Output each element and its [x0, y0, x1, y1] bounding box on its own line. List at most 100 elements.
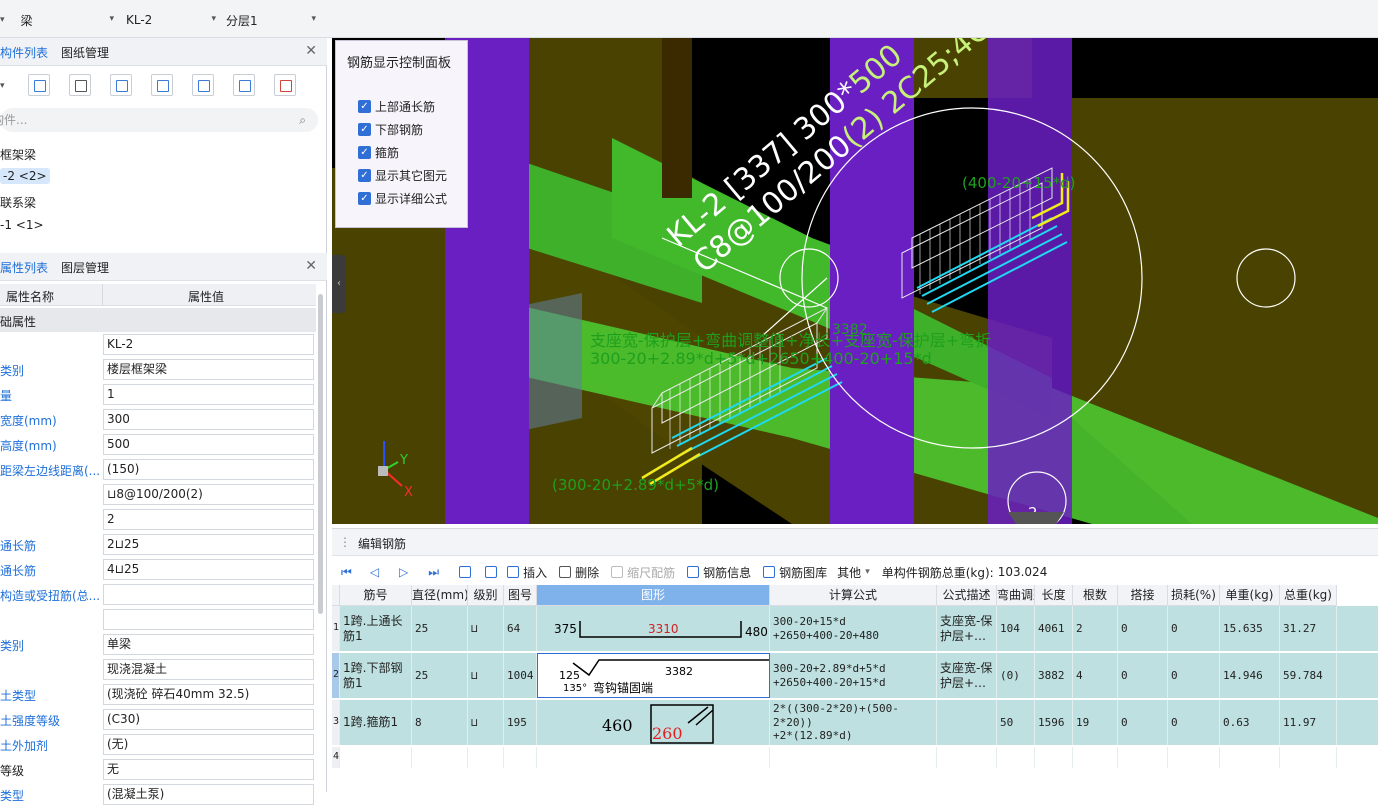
column-header-formula[interactable]: 计算公式: [770, 585, 937, 606]
cell-bar-no[interactable]: 1跨.下部钢筋1: [340, 653, 412, 698]
cell-unit-weight[interactable]: 15.635: [1220, 606, 1280, 651]
cell-total-weight[interactable]: [1280, 747, 1337, 768]
column-header-figure-no[interactable]: 图号: [504, 585, 537, 606]
cell-formula-desc[interactable]: [937, 700, 997, 745]
cell-count[interactable]: 4: [1073, 653, 1118, 698]
cell-total-weight[interactable]: 31.27: [1280, 606, 1337, 651]
property-value-field[interactable]: 无: [103, 759, 314, 780]
cell-diameter[interactable]: 25: [412, 653, 468, 698]
cell-length[interactable]: 3882: [1035, 653, 1073, 698]
cell-diameter[interactable]: 8: [412, 700, 468, 745]
layer-paste-icon[interactable]: [192, 74, 214, 96]
cell-figure-no[interactable]: [504, 747, 537, 768]
first-icon[interactable]: ⏮: [341, 565, 352, 580]
info-icon[interactable]: [687, 566, 700, 578]
cell-formula[interactable]: 300-20+15*d +2650+400-20+480: [770, 606, 937, 651]
column-header-grade[interactable]: 级别: [468, 585, 504, 606]
cell-loss[interactable]: 0: [1168, 653, 1220, 698]
property-scrollbar[interactable]: [318, 294, 323, 614]
cell-total-weight[interactable]: 11.97: [1280, 700, 1337, 745]
column-header-loss[interactable]: 损耗(%): [1168, 585, 1220, 606]
cell-bend-adjust[interactable]: [997, 747, 1035, 768]
cell-length[interactable]: 1596: [1035, 700, 1073, 745]
tab-component-list[interactable]: 构件列表: [0, 44, 48, 61]
display-option-checkbox[interactable]: ✓ 上部通长筋: [358, 98, 435, 115]
property-value-field[interactable]: [103, 584, 314, 605]
3d-viewport[interactable]: KL-2 [337] 300*500 C8@100/200(2) 2C25;4C…: [332, 38, 1378, 524]
cell-lap[interactable]: [1118, 747, 1168, 768]
property-group[interactable]: 础属性: [0, 308, 316, 332]
cell-unit-weight[interactable]: 14.946: [1220, 653, 1280, 698]
table-row[interactable]: 4: [332, 747, 1378, 769]
close-icon[interactable]: ✕: [305, 43, 317, 59]
scale-button[interactable]: 缩尺配筋: [627, 564, 675, 581]
cell-total-weight[interactable]: 59.784: [1280, 653, 1337, 698]
display-option-checkbox[interactable]: ✓ 显示其它图元: [358, 167, 447, 184]
column-header-formula-desc[interactable]: 公式描述: [937, 585, 997, 606]
copy-icon[interactable]: [28, 74, 50, 96]
component-combo[interactable]: KL-2 ▾: [124, 9, 220, 31]
table-row[interactable]: 2 1跨.下部钢筋1 25 ⊔ 1004 125 3382 135° 弯钩锚固端 300-20+2…: [332, 653, 1378, 699]
column-header-bend-adjust[interactable]: 弯曲调整: [997, 585, 1035, 606]
layer-copy-icon[interactable]: [151, 74, 173, 96]
cell-shape[interactable]: 460 260: [537, 700, 770, 745]
cell-bar-no[interactable]: 1跨.箍筋1: [340, 700, 412, 745]
library-icon[interactable]: [763, 566, 776, 578]
cell-grade[interactable]: ⊔: [468, 606, 504, 651]
search-input[interactable]: 构件... ⌕: [0, 108, 318, 132]
cell-grade[interactable]: [468, 747, 504, 768]
cell-bend-adjust[interactable]: 50: [997, 700, 1035, 745]
property-value-field[interactable]: KL-2: [103, 334, 314, 355]
column-header-shape[interactable]: 图形: [537, 585, 770, 606]
cell-grade[interactable]: ⊔: [468, 700, 504, 745]
tree-item-l1[interactable]: -1 <1>: [0, 218, 44, 232]
move-up-icon[interactable]: [459, 566, 472, 578]
property-value-field[interactable]: (混凝土泵): [103, 784, 314, 805]
cell-grade[interactable]: ⊔: [468, 653, 504, 698]
cell-bar-no[interactable]: 1跨.上通长筋1: [340, 606, 412, 651]
table-row[interactable]: 1 1跨.上通长筋1 25 ⊔ 64 375 3310 480 300-20+15*d +265…: [332, 606, 1378, 652]
property-value-field[interactable]: 楼层框架梁: [103, 359, 314, 380]
cell-diameter[interactable]: [412, 747, 468, 768]
duplicate-icon[interactable]: [110, 74, 132, 96]
property-value-field[interactable]: (无): [103, 734, 314, 755]
chevron-down-icon[interactable]: ▾: [0, 81, 12, 95]
column-header-unit-weight[interactable]: 单重(kg): [1220, 585, 1280, 606]
close-icon[interactable]: ✕: [305, 258, 317, 274]
trash-icon[interactable]: [559, 566, 572, 578]
property-value-field[interactable]: (C30): [103, 709, 314, 730]
tree-group-link-beam[interactable]: 联系梁: [0, 194, 36, 211]
cell-length[interactable]: [1035, 747, 1073, 768]
cell-figure-no[interactable]: 1004: [504, 653, 537, 698]
cell-formula[interactable]: [770, 747, 937, 768]
cell-figure-no[interactable]: 195: [504, 700, 537, 745]
property-value-field[interactable]: 单梁: [103, 634, 314, 655]
trash-icon[interactable]: [69, 74, 91, 96]
rebar-info-button[interactable]: 钢筋信息: [703, 564, 751, 581]
rebar-library-button[interactable]: 钢筋图库: [779, 564, 827, 581]
display-option-checkbox[interactable]: ✓ 箍筋: [358, 144, 399, 161]
property-value-field[interactable]: 2: [103, 509, 314, 530]
cell-count[interactable]: 2: [1073, 606, 1118, 651]
tab-layer-manager[interactable]: 图层管理: [61, 259, 109, 276]
column-header-diameter[interactable]: 直径(mm): [412, 585, 468, 606]
property-value-field[interactable]: (现浇砼 碎石40mm 32.5): [103, 684, 314, 705]
list-icon[interactable]: [233, 74, 255, 96]
cell-diameter[interactable]: 25: [412, 606, 468, 651]
property-value-field[interactable]: (150): [103, 459, 314, 480]
cell-shape[interactable]: 375 3310 480: [537, 606, 770, 651]
cell-bar-no[interactable]: [340, 747, 412, 768]
cell-formula-desc[interactable]: 支座宽-保护层+…: [937, 606, 997, 651]
tree-group-frame-beam[interactable]: 框架梁: [0, 146, 36, 163]
column-header-total-weight[interactable]: 总重(kg): [1280, 585, 1337, 606]
display-option-checkbox[interactable]: ✓ 显示详细公式: [358, 190, 447, 207]
property-value-field[interactable]: ⊔8@100/200(2): [103, 484, 314, 505]
property-value-field[interactable]: 1: [103, 384, 314, 405]
delete-button[interactable]: 删除: [575, 564, 599, 581]
tree-item-kl2[interactable]: -2 <2>: [0, 168, 50, 184]
property-value-field[interactable]: 现浇混凝土: [103, 659, 314, 680]
cell-count[interactable]: [1073, 747, 1118, 768]
cell-lap[interactable]: 0: [1118, 653, 1168, 698]
cell-formula-desc[interactable]: 支座宽-保护层+…: [937, 653, 997, 698]
property-value-field[interactable]: 2⊔25: [103, 534, 314, 555]
